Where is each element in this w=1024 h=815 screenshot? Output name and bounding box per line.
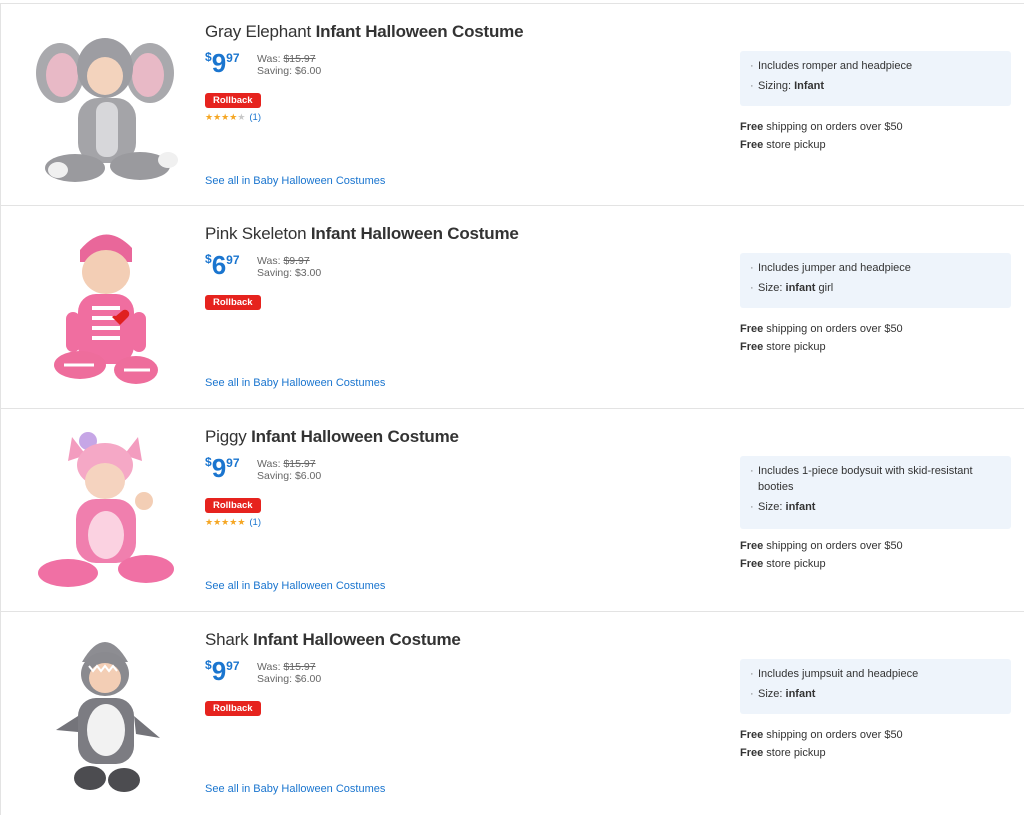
product-row: Shark Infant Halloween Costume $997 Was:… — [0, 612, 1024, 815]
see-all-link[interactable]: See all in Baby Halloween Costumes — [205, 175, 385, 187]
feature-box: Includes jumper and headpiece Size: infa… — [740, 253, 1011, 308]
shipping-info: Free shipping on orders over $50 Free sto… — [740, 323, 903, 353]
star-icon: ★ — [205, 112, 214, 122]
product-title[interactable]: Pink Skeleton Infant Halloween Costume — [205, 224, 519, 244]
was-price: Was: $15.97 Saving: $6.00 — [257, 53, 322, 77]
see-all-link[interactable]: See all in Baby Halloween Costumes — [205, 783, 385, 795]
current-price: $997 — [205, 453, 240, 483]
feature-box: Includes jumpsuit and headpiece Size: in… — [740, 659, 1011, 714]
feature-box: Includes 1-piece bodysuit with skid-resi… — [740, 456, 1011, 529]
star-icon: ★ — [205, 517, 214, 527]
product-list: Gray Elephant Infant Halloween Costume $… — [0, 0, 1024, 815]
shipping-info: Free shipping on orders over $50 Free sto… — [740, 540, 903, 570]
product-row: Piggy Infant Halloween Costume $997 Was:… — [0, 409, 1024, 612]
see-all-link[interactable]: See all in Baby Halloween Costumes — [205, 377, 385, 389]
product-title[interactable]: Piggy Infant Halloween Costume — [205, 427, 459, 447]
feature-item: Size: infant — [750, 499, 1001, 515]
shark-image — [56, 642, 160, 792]
star-icon: ★ — [237, 112, 246, 122]
see-all-link[interactable]: See all in Baby Halloween Costumes — [205, 580, 385, 592]
star-rating[interactable]: ★★★★★ (1) — [205, 517, 261, 528]
rollback-badge: Rollback — [205, 93, 261, 108]
was-price: Was: $15.97 Saving: $6.00 — [257, 661, 322, 685]
review-count[interactable]: (1) — [249, 517, 261, 528]
product-image[interactable] — [20, 626, 190, 798]
was-price: Was: $9.97 Saving: $3.00 — [257, 255, 322, 279]
feature-item: Includes jumpsuit and headpiece — [750, 666, 1001, 682]
feature-item: Sizing: Infant — [750, 78, 1001, 94]
star-rating[interactable]: ★★★★★ (1) — [205, 112, 261, 123]
gray-elephant-image — [36, 38, 178, 182]
current-price: $997 — [205, 656, 240, 686]
saving-amount: Saving: $6.00 — [257, 673, 322, 685]
star-icon: ★ — [237, 517, 246, 527]
piggy-image — [38, 432, 174, 587]
feature-item: Size: infant girl — [750, 280, 1001, 296]
rollback-badge: Rollback — [205, 498, 261, 513]
product-row: Gray Elephant Infant Halloween Costume $… — [0, 3, 1024, 206]
shipping-info: Free shipping on orders over $50 Free sto… — [740, 121, 903, 151]
feature-item: Size: infant — [750, 686, 1001, 702]
feature-item: Includes romper and headpiece — [750, 58, 1001, 74]
current-price: $697 — [205, 250, 240, 280]
product-title[interactable]: Shark Infant Halloween Costume — [205, 630, 461, 650]
product-image[interactable] — [20, 220, 190, 392]
saving-amount: Saving: $3.00 — [257, 267, 322, 279]
feature-box: Includes romper and headpiece Sizing: In… — [740, 51, 1011, 106]
saving-amount: Saving: $6.00 — [257, 470, 322, 482]
feature-item: Includes 1-piece bodysuit with skid-resi… — [750, 463, 1001, 495]
rollback-badge: Rollback — [205, 701, 261, 716]
review-count[interactable]: (1) — [249, 112, 261, 123]
star-icon: ★ — [213, 112, 222, 122]
product-image[interactable] — [20, 18, 190, 190]
current-price: $997 — [205, 48, 240, 78]
product-image[interactable] — [20, 423, 190, 595]
feature-item: Includes jumper and headpiece — [750, 260, 1001, 276]
shipping-info: Free shipping on orders over $50 Free sto… — [740, 729, 903, 759]
pink-skeleton-image — [54, 234, 158, 384]
star-icon: ★ — [213, 517, 222, 527]
was-price: Was: $15.97 Saving: $6.00 — [257, 458, 322, 482]
rollback-badge: Rollback — [205, 295, 261, 310]
product-title[interactable]: Gray Elephant Infant Halloween Costume — [205, 22, 524, 42]
saving-amount: Saving: $6.00 — [257, 65, 322, 77]
product-row: Pink Skeleton Infant Halloween Costume $… — [0, 206, 1024, 409]
